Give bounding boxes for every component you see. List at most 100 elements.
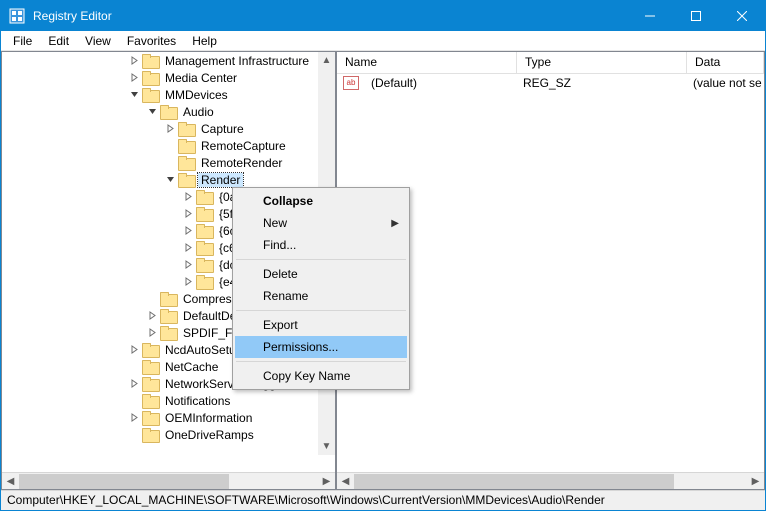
tree-item-label: MMDevices <box>162 88 231 102</box>
scroll-thumb[interactable] <box>354 474 674 489</box>
value-name: (Default) <box>363 76 515 90</box>
context-menu-item[interactable]: New ▶ <box>235 212 407 234</box>
content-area: Management Infrastructure Media Center MMD… <box>1 51 765 490</box>
tree-item[interactable]: RemoteCapture <box>2 137 318 154</box>
maximize-button[interactable] <box>673 1 719 31</box>
chevron-right-icon[interactable] <box>146 327 158 339</box>
context-menu-item[interactable]: Find... <box>235 234 407 256</box>
tree-spacer <box>164 157 176 169</box>
chevron-down-icon[interactable] <box>164 174 176 186</box>
context-menu-item[interactable]: Rename <box>235 285 407 307</box>
tree-spacer <box>128 395 140 407</box>
chevron-right-icon[interactable] <box>182 208 194 220</box>
tree-item-label: OEMInformation <box>162 411 255 425</box>
menu-favorites[interactable]: Favorites <box>119 32 184 50</box>
chevron-right-icon[interactable] <box>164 123 176 135</box>
chevron-right-icon[interactable] <box>128 55 140 67</box>
context-menu-item[interactable]: Export <box>235 314 407 336</box>
tree-item[interactable]: RemoteRender <box>2 154 318 171</box>
context-menu-item[interactable]: Delete <box>235 263 407 285</box>
context-menu-label: Permissions... <box>263 340 338 354</box>
context-menu-label: Export <box>263 318 298 332</box>
folder-icon <box>196 241 212 255</box>
scroll-down-arrow-icon[interactable]: ▼ <box>318 438 335 455</box>
menubar: File Edit View Favorites Help <box>1 31 765 51</box>
chevron-right-icon[interactable] <box>182 259 194 271</box>
folder-icon <box>160 292 176 306</box>
chevron-right-icon[interactable] <box>182 225 194 237</box>
tree-item-label: Management Infrastructure <box>162 54 312 68</box>
context-menu-label: Collapse <box>263 194 313 208</box>
scroll-up-arrow-icon[interactable]: ▲ <box>318 52 335 69</box>
tree-item[interactable]: Render <box>2 171 318 188</box>
submenu-arrow-icon: ▶ <box>391 218 399 229</box>
list-item[interactable]: ab (Default) REG_SZ (value not se <box>337 74 764 92</box>
chevron-right-icon[interactable] <box>128 72 140 84</box>
chevron-right-icon[interactable] <box>182 276 194 288</box>
tree-item[interactable]: MMDevices <box>2 86 318 103</box>
scroll-left-arrow-icon[interactable]: ◀ <box>337 473 354 490</box>
folder-icon <box>142 88 158 102</box>
menu-help[interactable]: Help <box>184 32 225 50</box>
tree-item[interactable]: Audio <box>2 103 318 120</box>
chevron-right-icon[interactable] <box>128 378 140 390</box>
chevron-right-icon[interactable] <box>128 344 140 356</box>
column-header-name[interactable]: Name <box>337 52 517 73</box>
menu-file[interactable]: File <box>5 32 40 50</box>
context-menu-label: Copy Key Name <box>263 369 350 383</box>
list-horizontal-scrollbar[interactable]: ◀ ▶ <box>337 472 764 489</box>
folder-icon <box>142 343 158 357</box>
scroll-thumb[interactable] <box>19 474 229 489</box>
chevron-down-icon[interactable] <box>146 106 158 118</box>
scroll-right-arrow-icon[interactable]: ▶ <box>747 473 764 490</box>
folder-icon <box>196 207 212 221</box>
tree-item-label: Media Center <box>162 71 240 85</box>
context-menu-item[interactable]: Collapse <box>235 190 407 212</box>
column-header-type[interactable]: Type <box>517 52 687 73</box>
tree-horizontal-scrollbar[interactable]: ◀ ▶ <box>2 472 335 489</box>
chevron-down-icon[interactable] <box>128 89 140 101</box>
folder-icon <box>178 173 194 187</box>
chevron-right-icon[interactable] <box>182 242 194 254</box>
regedit-app-icon <box>9 8 25 24</box>
context-menu-label: Delete <box>263 267 298 281</box>
column-header-data[interactable]: Data <box>687 52 764 73</box>
chevron-right-icon[interactable] <box>182 191 194 203</box>
scroll-right-arrow-icon[interactable]: ▶ <box>318 473 335 490</box>
scroll-left-arrow-icon[interactable]: ◀ <box>2 473 19 490</box>
tree-item[interactable]: Capture <box>2 120 318 137</box>
tree-spacer <box>146 293 158 305</box>
tree-item[interactable]: Media Center <box>2 69 318 86</box>
close-button[interactable] <box>719 1 765 31</box>
titlebar: Registry Editor <box>1 1 765 31</box>
tree-item[interactable]: OEMInformation <box>2 409 318 426</box>
folder-icon <box>142 394 158 408</box>
folder-icon <box>160 105 176 119</box>
tree-item-label: Render <box>198 173 243 187</box>
values-header: Name Type Data <box>337 52 764 74</box>
folder-icon <box>196 190 212 204</box>
string-value-icon: ab <box>343 76 359 90</box>
folder-icon <box>178 156 194 170</box>
context-menu: Collapse New ▶ Find... Delete Rename Export Per… <box>232 187 410 390</box>
tree-item[interactable]: Management Infrastructure <box>2 52 318 69</box>
menu-edit[interactable]: Edit <box>40 32 77 50</box>
tree-item[interactable]: Notifications <box>2 392 318 409</box>
context-menu-separator <box>236 259 406 260</box>
chevron-right-icon[interactable] <box>146 310 158 322</box>
tree-item-label: NcdAutoSetu <box>162 343 239 357</box>
context-menu-item[interactable]: Copy Key Name <box>235 365 407 387</box>
folder-icon <box>142 377 158 391</box>
chevron-right-icon[interactable] <box>128 412 140 424</box>
value-data: (value not se <box>685 76 764 90</box>
context-menu-label: New <box>263 216 287 230</box>
tree-item-label: RemoteRender <box>198 156 285 170</box>
tree-item-label: Notifications <box>162 394 233 408</box>
tree-item-label: DefaultDe <box>180 309 239 323</box>
window-title: Registry Editor <box>33 9 627 23</box>
folder-icon <box>160 309 176 323</box>
context-menu-item[interactable]: Permissions... <box>235 336 407 358</box>
minimize-button[interactable] <box>627 1 673 31</box>
menu-view[interactable]: View <box>77 32 119 50</box>
tree-item[interactable]: OneDriveRamps <box>2 426 318 443</box>
